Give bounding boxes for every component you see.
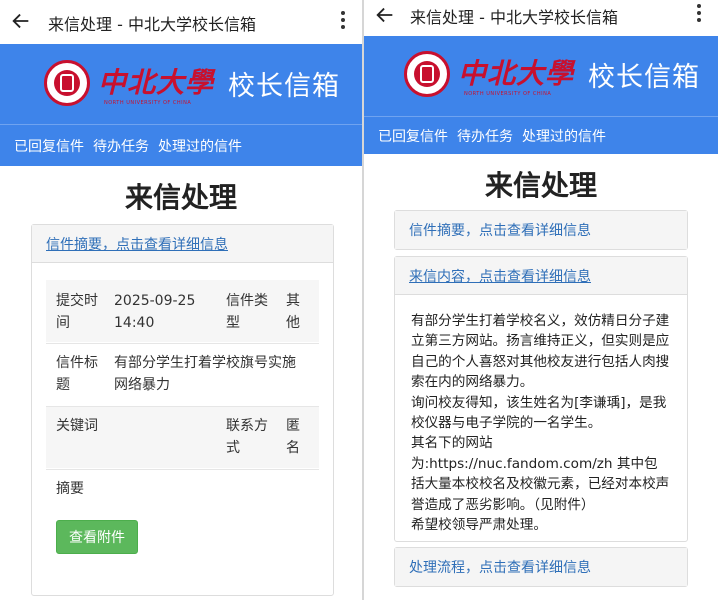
right-screen: 来信处理 - 中北大学校长信箱 中北大學 校长信箱 NORTH UNIVERSI… (364, 0, 718, 600)
summary-panel: 信件摘要，点击查看详细信息 (394, 210, 688, 250)
process-panel: 处理流程，点击查看详细信息 (394, 547, 688, 587)
letter-paragraph: 有部分学生打着学校名义，效仿精日分子建立第三方网站。扬言维持正义，但实则是应自己… (411, 313, 670, 391)
nav-bar: 已回复信件 待办任务 处理过的信件 (364, 116, 718, 154)
university-logo[interactable]: 中北大學 校长信箱 (44, 60, 340, 106)
summary-panel-header: 信件摘要，点击查看详细信息 (32, 225, 333, 263)
detail-row-time: 提交时间 2025-09-25 14:40 信件类型 其他 (46, 280, 319, 342)
back-arrow-icon[interactable] (10, 10, 32, 32)
nav-replied-letters[interactable]: 已回复信件 (378, 126, 448, 146)
university-seal-icon (404, 51, 450, 97)
detail-row-keyword: 关键词 联系方式 匿名 (46, 406, 319, 468)
mailbox-title: 校长信箱 (588, 61, 701, 93)
subject-label: 信件标题 (56, 355, 98, 393)
page-title: 来信处理 (484, 169, 597, 202)
university-seal-icon (44, 60, 90, 106)
submit-time-label: 提交时间 (56, 293, 98, 331)
summary-panel-header: 信件摘要，点击查看详细信息 (395, 211, 687, 249)
letter-paragraph: 询问校友得知，该生姓名为[李谦瑀]，是我校仪器与电子学院的一名学生。 (411, 394, 667, 432)
contact-label: 联系方式 (226, 418, 268, 456)
header-banner: 中北大學 校长信箱 NORTH UNIVERSITY OF CHINA (0, 44, 362, 124)
letter-paragraph: 其名下的网站为:https://nuc.fandom.com/zh 其中包括大量… (411, 435, 670, 513)
letter-type-label: 信件类型 (226, 293, 268, 331)
letter-paragraph: 希望校领导严肃处理。 (411, 517, 547, 534)
content-panel: 来信内容，点击查看详细信息 有部分学生打着学校名义，效仿精日分子建立第三方网站。… (394, 256, 688, 542)
back-arrow-icon[interactable] (374, 4, 396, 26)
app-bar: 来信处理 - 中北大学校长信箱 (364, 0, 718, 36)
logo-subtext: NORTH UNIVERSITY OF CHINA (464, 91, 552, 97)
detail-row-abstract: 摘要 查看附件 (46, 469, 319, 561)
more-options-icon[interactable] (340, 11, 346, 32)
nav-todo-tasks[interactable]: 待办任务 (457, 126, 513, 146)
more-options-icon[interactable] (696, 4, 702, 25)
nav-processed-letters[interactable]: 处理过的信件 (522, 126, 606, 146)
process-panel-header: 处理流程，点击查看详细信息 (395, 548, 687, 586)
abstract-label: 摘要 (56, 481, 84, 497)
nav-todo-tasks[interactable]: 待办任务 (93, 136, 149, 156)
submit-time-value: 2025-09-25 14:40 (114, 293, 196, 331)
university-name-logo: 中北大學 (458, 57, 575, 90)
nav-replied-letters[interactable]: 已回复信件 (14, 136, 84, 156)
detail-row-subject: 信件标题 有部分学生打着学校旗号实施网络暴力 (46, 343, 319, 405)
view-attachment-button[interactable]: 查看附件 (56, 520, 138, 554)
keyword-label: 关键词 (56, 418, 98, 434)
mailbox-title: 校长信箱 (228, 70, 341, 102)
app-bar-title: 来信处理 - 中北大学校长信箱 (48, 15, 256, 34)
nav-bar: 已回复信件 待办任务 处理过的信件 (0, 124, 362, 166)
app-bar: 来信处理 - 中北大学校长信箱 (0, 0, 362, 44)
summary-details-link[interactable]: 信件摘要，点击查看详细信息 (46, 234, 228, 254)
university-name-logo: 中北大學 (98, 66, 215, 99)
content-details-link[interactable]: 来信内容，点击查看详细信息 (409, 266, 591, 286)
header-banner: 中北大學 校长信箱 NORTH UNIVERSITY OF CHINA (364, 36, 718, 116)
nav-processed-letters[interactable]: 处理过的信件 (158, 136, 242, 156)
summary-details-link[interactable]: 信件摘要，点击查看详细信息 (409, 220, 591, 240)
left-screen: 来信处理 - 中北大学校长信箱 中北大學 校长信箱 NORTH UNIVERSI… (0, 0, 362, 600)
summary-panel: 信件摘要，点击查看详细信息 提交时间 2025-09-25 14:40 信件类型… (31, 224, 334, 596)
content-panel-header: 来信内容，点击查看详细信息 (395, 257, 687, 295)
contact-value: 匿名 (286, 418, 300, 456)
university-logo[interactable]: 中北大學 校长信箱 (404, 51, 700, 97)
letter-type-value: 其他 (286, 293, 300, 331)
page-title: 来信处理 (124, 181, 237, 214)
app-bar-title: 来信处理 - 中北大学校长信箱 (410, 8, 618, 27)
process-details-link[interactable]: 处理流程，点击查看详细信息 (409, 557, 591, 577)
logo-subtext: NORTH UNIVERSITY OF CHINA (104, 100, 192, 106)
letter-body: 有部分学生打着学校名义，效仿精日分子建立第三方网站。扬言维持正义，但实则是应自己… (411, 311, 671, 535)
subject-value: 有部分学生打着学校旗号实施网络暴力 (114, 355, 296, 393)
